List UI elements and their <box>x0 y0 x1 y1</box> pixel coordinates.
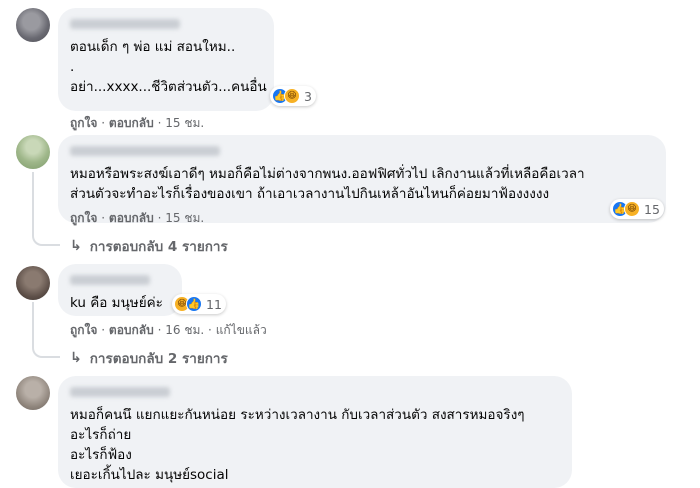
view-replies-label: การตอบกลับ 4 รายการ <box>89 239 228 255</box>
separator: · <box>101 116 106 130</box>
separator: · <box>101 211 106 225</box>
reaction-count: 11 <box>206 296 222 312</box>
reaction-summary[interactable]: 👍 😆 3 <box>270 86 316 106</box>
comment-text: อะไรก็ถ่าย <box>70 427 132 443</box>
comment-actions: ถูกใจ · ตอบกลับ · 16 ชม. · แก้ไขแล้ว <box>70 321 267 340</box>
reply-link[interactable]: ตอบกลับ <box>109 116 154 130</box>
comment-text: อะไรก็ฟ้อง <box>70 447 132 463</box>
comment-actions: ถูกใจ · ตอบกลับ · 15 ชม. <box>70 209 204 228</box>
edited-label[interactable]: แก้ไขแล้ว <box>216 323 267 337</box>
avatar[interactable] <box>16 376 50 410</box>
comment-actions: ถูกใจ · ตอบกลับ · 15 ชม. <box>70 114 204 133</box>
comment-bubble: หมอก็คนนึ แยกแยะกันหน่อย ระหว่างเวลางาน … <box>58 376 572 488</box>
comment-text: . <box>70 59 75 75</box>
view-replies-link[interactable]: ↳ การตอบกลับ 2 รายการ <box>70 347 228 369</box>
view-replies-link[interactable]: ↳ การตอบกลับ 4 รายการ <box>70 235 228 257</box>
reply-arrow-icon: ↳ <box>70 350 82 366</box>
separator: · <box>208 323 212 337</box>
separator: · <box>157 211 162 225</box>
haha-reaction-icon: 😆 <box>284 88 300 104</box>
commenter-name-blurred[interactable] <box>70 146 220 156</box>
avatar[interactable] <box>16 135 50 169</box>
comment-bubble: ku คือ มนุษย์ค่ะ <box>58 264 182 316</box>
comment-text: เยอะเกิ้นไปละ มนุษย์social <box>70 467 229 483</box>
like-reaction-icon: 👍 <box>186 296 202 312</box>
comment-text: ตอนเด็ก ๆ พ่อ แม่ สอนใหม.. <box>70 39 236 55</box>
commenter-name-blurred[interactable] <box>70 19 180 29</box>
reaction-count: 3 <box>304 88 312 104</box>
reaction-summary[interactable]: 👍 😆 15 <box>610 199 664 219</box>
thread-line <box>32 302 60 358</box>
commenter-name-blurred[interactable] <box>70 387 170 397</box>
like-link[interactable]: ถูกใจ <box>70 323 97 337</box>
comment-bubble: ตอนเด็ก ๆ พ่อ แม่ สอนใหม.. . อย่า...xxxx… <box>58 8 274 111</box>
reply-link[interactable]: ตอบกลับ <box>109 323 154 337</box>
view-replies-label: การตอบกลับ 2 รายการ <box>89 351 228 367</box>
separator: · <box>157 323 162 337</box>
avatar[interactable] <box>16 266 50 300</box>
comment-text: ส่วนตัวจะทำอะไรก็เรื่องของเขา ถ้าเอาเวลา… <box>70 186 550 202</box>
separator: · <box>157 116 162 130</box>
reaction-summary[interactable]: 😆 👍 11 <box>172 294 226 314</box>
reply-link[interactable]: ตอบกลับ <box>109 211 154 225</box>
timestamp[interactable]: 15 ชม. <box>165 116 204 130</box>
like-link[interactable]: ถูกใจ <box>70 211 97 225</box>
avatar[interactable] <box>16 8 50 42</box>
timestamp[interactable]: 16 ชม. <box>165 323 204 337</box>
reply-arrow-icon: ↳ <box>70 238 82 254</box>
comment-text: หมอก็คนนึ แยกแยะกันหน่อย ระหว่างเวลางาน … <box>70 407 525 423</box>
like-link[interactable]: ถูกใจ <box>70 116 97 130</box>
reaction-count: 15 <box>644 201 660 217</box>
timestamp[interactable]: 15 ชม. <box>165 211 204 225</box>
separator: · <box>101 323 106 337</box>
commenter-name-blurred[interactable] <box>70 275 150 285</box>
comment-text: ku คือ มนุษย์ค่ะ <box>70 295 163 311</box>
thread-line <box>32 172 60 246</box>
haha-reaction-icon: 😆 <box>624 201 640 217</box>
comment-text: อย่า...xxxx...ชีวิตส่วนตัว...คนอื่น <box>70 79 267 95</box>
comment-text: หมอหรือพระสงฆ์เอาดีๆ หมอก็คือไม่ต่างจากพ… <box>70 166 585 182</box>
